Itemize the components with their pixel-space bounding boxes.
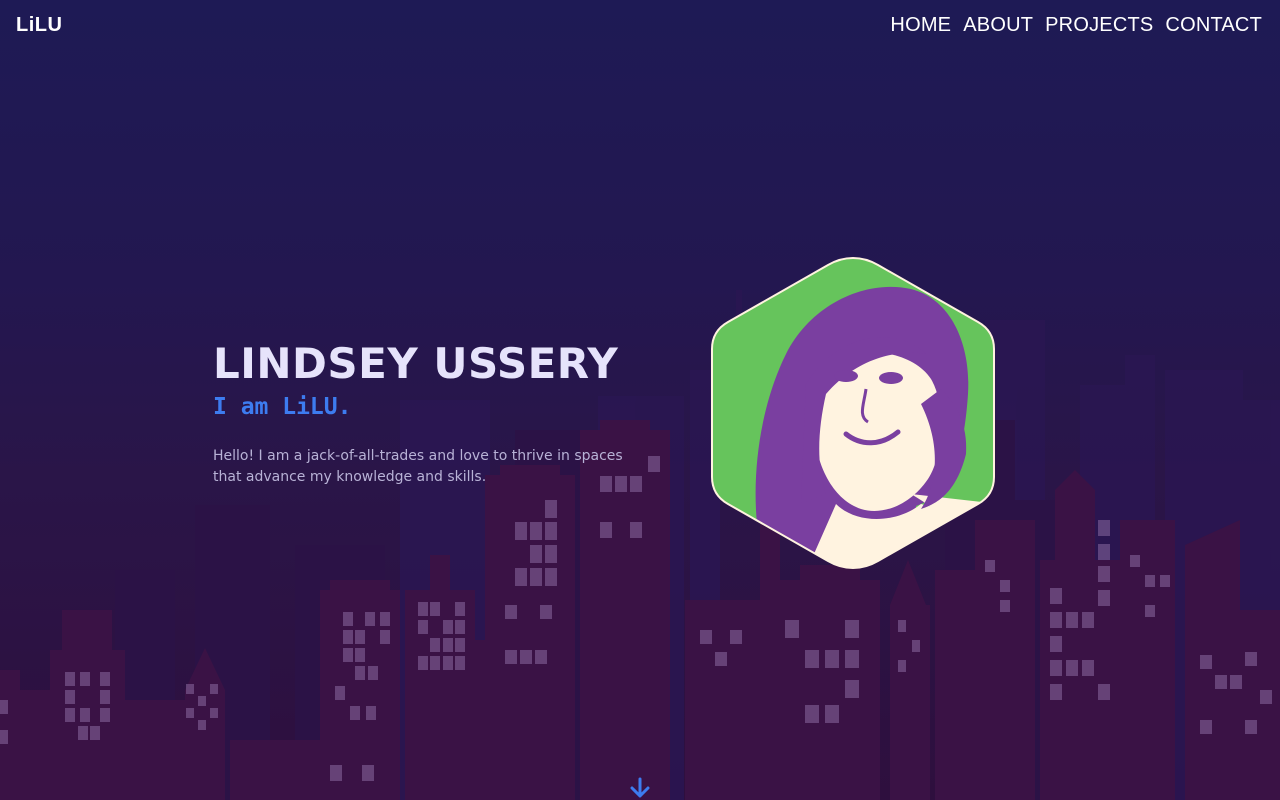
site-logo[interactable]: LiLU bbox=[16, 14, 62, 37]
main-nav: HOME ABOUT PROJECTS CONTACT bbox=[890, 14, 1262, 37]
nav-projects-link[interactable]: PROJECTS bbox=[1045, 14, 1153, 37]
hero-name: LINDSEY USSERY bbox=[213, 339, 619, 388]
nav-contact-link[interactable]: CONTACT bbox=[1165, 14, 1262, 37]
hero-tagline: I am LiLU. bbox=[213, 394, 352, 420]
hero-description: Hello! I am a jack-of-all-trades and lov… bbox=[213, 448, 623, 485]
hero-intro: LINDSEY USSERY I am LiLU. Hello! I am a … bbox=[213, 338, 653, 488]
arrow-down-icon[interactable] bbox=[628, 776, 652, 800]
site-header: LiLU HOME ABOUT PROJECTS CONTACT bbox=[0, 0, 1280, 54]
nav-home-link[interactable]: HOME bbox=[890, 14, 951, 37]
nav-about-link[interactable]: ABOUT bbox=[963, 14, 1033, 37]
profile-portrait bbox=[711, 256, 995, 570]
